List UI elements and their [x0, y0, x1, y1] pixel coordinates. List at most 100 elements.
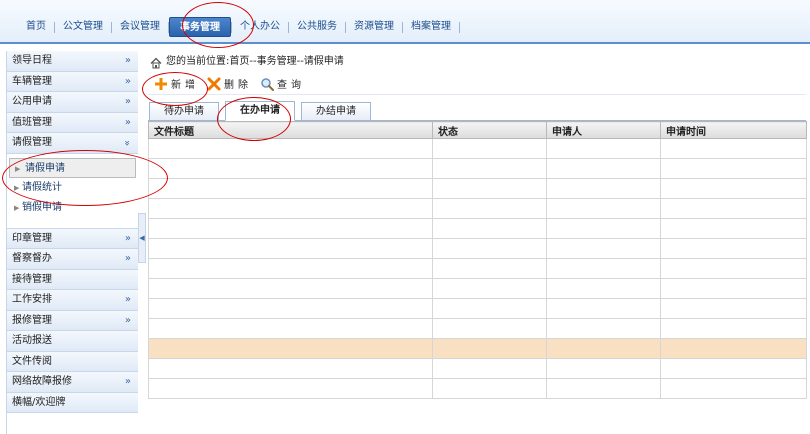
applications-table: 文件标题 状态 申请人 申请时间 [148, 121, 807, 399]
column-header-file-title[interactable]: 文件标题 [148, 121, 433, 139]
sidebar-item-duty-management[interactable]: 值班管理 » [7, 112, 138, 133]
sidebar-item-label: 接待管理 [12, 273, 52, 285]
search-icon [260, 77, 274, 91]
table-cell [660, 318, 807, 339]
sidebar-item-label: 领导日程 [12, 55, 52, 66]
table-cell [546, 238, 661, 259]
table-cell [546, 198, 661, 219]
table-cell [148, 338, 433, 359]
table-cell [432, 178, 547, 199]
table-cell [546, 298, 661, 319]
cross-icon [207, 77, 221, 91]
nav-affairs-management[interactable]: 事务管理 [169, 17, 231, 37]
sidebar-item-repair-management[interactable]: 报修管理 » [7, 310, 138, 331]
nav-separator [459, 21, 460, 33]
add-button[interactable]: 新增 [154, 76, 199, 91]
sidebar-item-label: 网络故障报修 [12, 376, 72, 387]
submenu-item-leave-application[interactable]: ▶ 请假申请 [9, 157, 136, 178]
table-body [148, 138, 807, 399]
sidebar-item-file-circulation[interactable]: 文件传阅 [7, 351, 138, 372]
sidebar-item-label: 车辆管理 [12, 75, 52, 87]
table-row[interactable] [148, 178, 807, 199]
nav-document-management[interactable]: 公文管理 [55, 17, 111, 37]
triangle-left-icon: ◀ [139, 234, 145, 242]
sidebar-item-seal-management[interactable]: 印章管理 » [7, 228, 138, 249]
sidebar-item-label: 值班管理 [12, 116, 52, 128]
table-cell [546, 158, 661, 179]
table-row[interactable] [148, 138, 807, 159]
table-cell [148, 358, 433, 379]
table-cell [148, 318, 433, 339]
column-header-applicant[interactable]: 申请人 [546, 121, 661, 139]
submenu-item-label: 销假申请 [22, 201, 62, 213]
table-cell [432, 138, 547, 159]
table-cell [660, 238, 807, 259]
submenu-item-leave-statistics[interactable]: ▶ 请假统计 [7, 178, 138, 198]
submenu-item-leave-cancel[interactable]: ▶ 销假申请 [7, 198, 138, 218]
nav-meeting-management[interactable]: 会议管理 [112, 17, 168, 37]
table-row[interactable] [148, 258, 807, 279]
sidebar-item-vehicle-management[interactable]: 车辆管理 » [7, 71, 138, 92]
sidebar-item-banner-welcome[interactable]: 横幅/欢迎牌 [7, 392, 138, 413]
table-cell [660, 338, 807, 359]
collapse-icon: « [121, 139, 133, 147]
table-cell [432, 158, 547, 179]
nav-archive-management[interactable]: 档案管理 [403, 17, 459, 37]
expand-icon: » [124, 75, 131, 87]
table-cell [660, 278, 807, 299]
sidebar-item-label: 印章管理 [12, 232, 52, 244]
triangle-right-icon: ▶ [14, 203, 20, 212]
triangle-right-icon: ▶ [15, 164, 21, 173]
expand-icon: » [124, 55, 131, 66]
query-button[interactable]: 查询 [260, 76, 305, 91]
sidebar-item-activity-report[interactable]: 活动报送 [7, 331, 138, 352]
column-header-apply-time[interactable]: 申请时间 [660, 121, 807, 139]
sidebar-item-work-arrangement[interactable]: 工作安排 » [7, 290, 138, 311]
tab-pending-applications[interactable]: 待办申请 [149, 102, 219, 120]
table-row[interactable] [148, 318, 807, 339]
table-row[interactable] [148, 378, 807, 399]
delete-button[interactable]: 删除 [207, 76, 252, 91]
sidebar-item-label: 报修管理 [12, 314, 52, 326]
submenu-item-label: 请假统计 [22, 181, 62, 193]
sidebar: 领导日程 » 车辆管理 » 公用申请 » 值班管理 » 请假管理 « ▶ 请假申… [6, 51, 138, 434]
table-row[interactable] [148, 358, 807, 379]
sidebar-item-network-fault-repair[interactable]: 网络故障报修 » [7, 372, 138, 393]
plus-icon [154, 77, 168, 91]
table-cell [660, 178, 807, 199]
sidebar-collapse-handle[interactable]: ◀ [138, 213, 146, 263]
nav-resource-management[interactable]: 资源管理 [346, 17, 402, 37]
table-cell [432, 378, 547, 399]
tab-in-progress-applications[interactable]: 在办申请 [225, 101, 295, 121]
sidebar-item-reception-management[interactable]: 接待管理 [7, 269, 138, 290]
table-row[interactable] [148, 218, 807, 239]
expand-icon: » [124, 232, 131, 244]
table-cell [660, 158, 807, 179]
table-cell [432, 198, 547, 219]
nav-home[interactable]: 首页 [18, 17, 54, 37]
table-cell [148, 278, 433, 299]
add-button-label: 新增 [171, 80, 199, 91]
table-cell [432, 258, 547, 279]
sidebar-item-label: 请假管理 [12, 137, 52, 148]
table-row[interactable] [148, 298, 807, 319]
table-row[interactable] [148, 278, 807, 299]
sidebar-item-label: 横幅/欢迎牌 [12, 396, 66, 408]
tab-bar: 待办申请 在办申请 办结申请 [148, 99, 806, 121]
table-cell [660, 378, 807, 399]
sidebar-item-public-application[interactable]: 公用申请 » [7, 92, 138, 113]
sidebar-item-leave-management[interactable]: 请假管理 « [7, 133, 138, 154]
nav-personal-office[interactable]: 个人办公 [232, 17, 288, 37]
table-row[interactable] [148, 198, 807, 219]
table-row-highlighted[interactable] [148, 338, 807, 359]
sidebar-item-label: 文件传阅 [12, 355, 52, 367]
table-header-row: 文件标题 状态 申请人 申请时间 [148, 121, 807, 139]
column-header-status[interactable]: 状态 [432, 121, 547, 139]
sidebar-item-leader-schedule[interactable]: 领导日程 » [7, 51, 138, 72]
tab-completed-applications[interactable]: 办结申请 [301, 102, 371, 120]
table-row[interactable] [148, 158, 807, 179]
table-row[interactable] [148, 238, 807, 259]
nav-public-service[interactable]: 公共服务 [289, 17, 345, 37]
sidebar-item-supervision[interactable]: 督察督办 » [7, 249, 138, 270]
table-cell [148, 298, 433, 319]
